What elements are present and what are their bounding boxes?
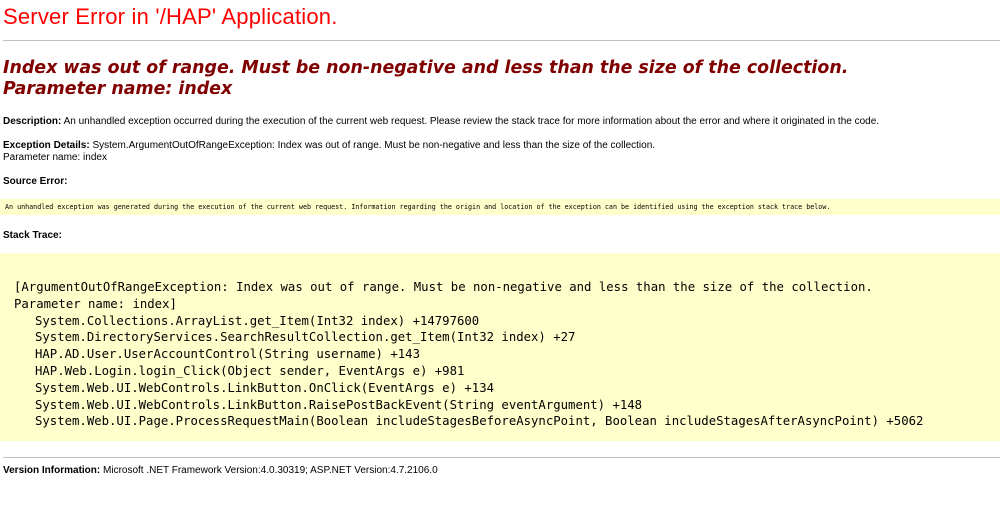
stack-trace-header1: [ArgumentOutOfRangeException: Index was … <box>14 280 873 294</box>
source-error-box: An unhandled exception was generated dur… <box>0 199 1000 215</box>
stack-trace-heading: Stack Trace: <box>3 230 62 241</box>
exception-details: Exception Details: System.ArgumentOutOfR… <box>3 140 655 164</box>
source-error-heading: Source Error: <box>3 176 68 187</box>
exception-details-text2: Parameter name: index <box>3 152 107 163</box>
error-message: Index was out of range. Must be non-nega… <box>3 58 848 100</box>
top-divider <box>3 40 1000 41</box>
stack-frame: System.DirectoryServices.SearchResultCol… <box>35 330 576 345</box>
stack-trace: [ArgumentOutOfRangeException: Index was … <box>14 279 923 430</box>
stack-frame: System.Web.UI.WebControls.LinkButton.Rai… <box>35 397 643 412</box>
description-text: An unhandled exception occurred during t… <box>63 116 880 127</box>
stack-frame: System.Collections.ArrayList.get_Item(In… <box>35 313 480 328</box>
exception-details-label: Exception Details: <box>3 140 90 151</box>
stack-frame: System.Web.UI.WebControls.LinkButton.OnC… <box>35 380 495 395</box>
page-title: Server Error in '/HAP' Application. <box>3 4 338 29</box>
description: Description: An unhandled exception occu… <box>3 116 879 128</box>
stack-trace-box: [ArgumentOutOfRangeException: Index was … <box>0 253 1000 441</box>
source-error-text: An unhandled exception was generated dur… <box>5 203 831 211</box>
exception-details-text: System.ArgumentOutOfRangeException: Inde… <box>92 140 656 151</box>
version-information-text: Microsoft .NET Framework Version:4.0.303… <box>103 465 438 476</box>
stack-frame: HAP.AD.User.UserAccountControl(String us… <box>35 347 420 362</box>
version-information: Version Information: Microsoft .NET Fram… <box>3 465 438 477</box>
stack-frame: HAP.Web.Login.login_Click(Object sender,… <box>35 363 465 378</box>
stack-trace-header2: Parameter name: index] <box>14 296 177 311</box>
description-label: Description: <box>3 116 62 127</box>
stack-frame: System.Web.UI.Page.ProcessRequestMain(Bo… <box>35 414 924 429</box>
error-message-line1: Index was out of range. Must be non-nega… <box>3 58 849 78</box>
version-information-label: Version Information: <box>3 465 101 476</box>
bottom-divider <box>3 457 1000 458</box>
error-message-line2: Parameter name: index <box>3 79 233 99</box>
